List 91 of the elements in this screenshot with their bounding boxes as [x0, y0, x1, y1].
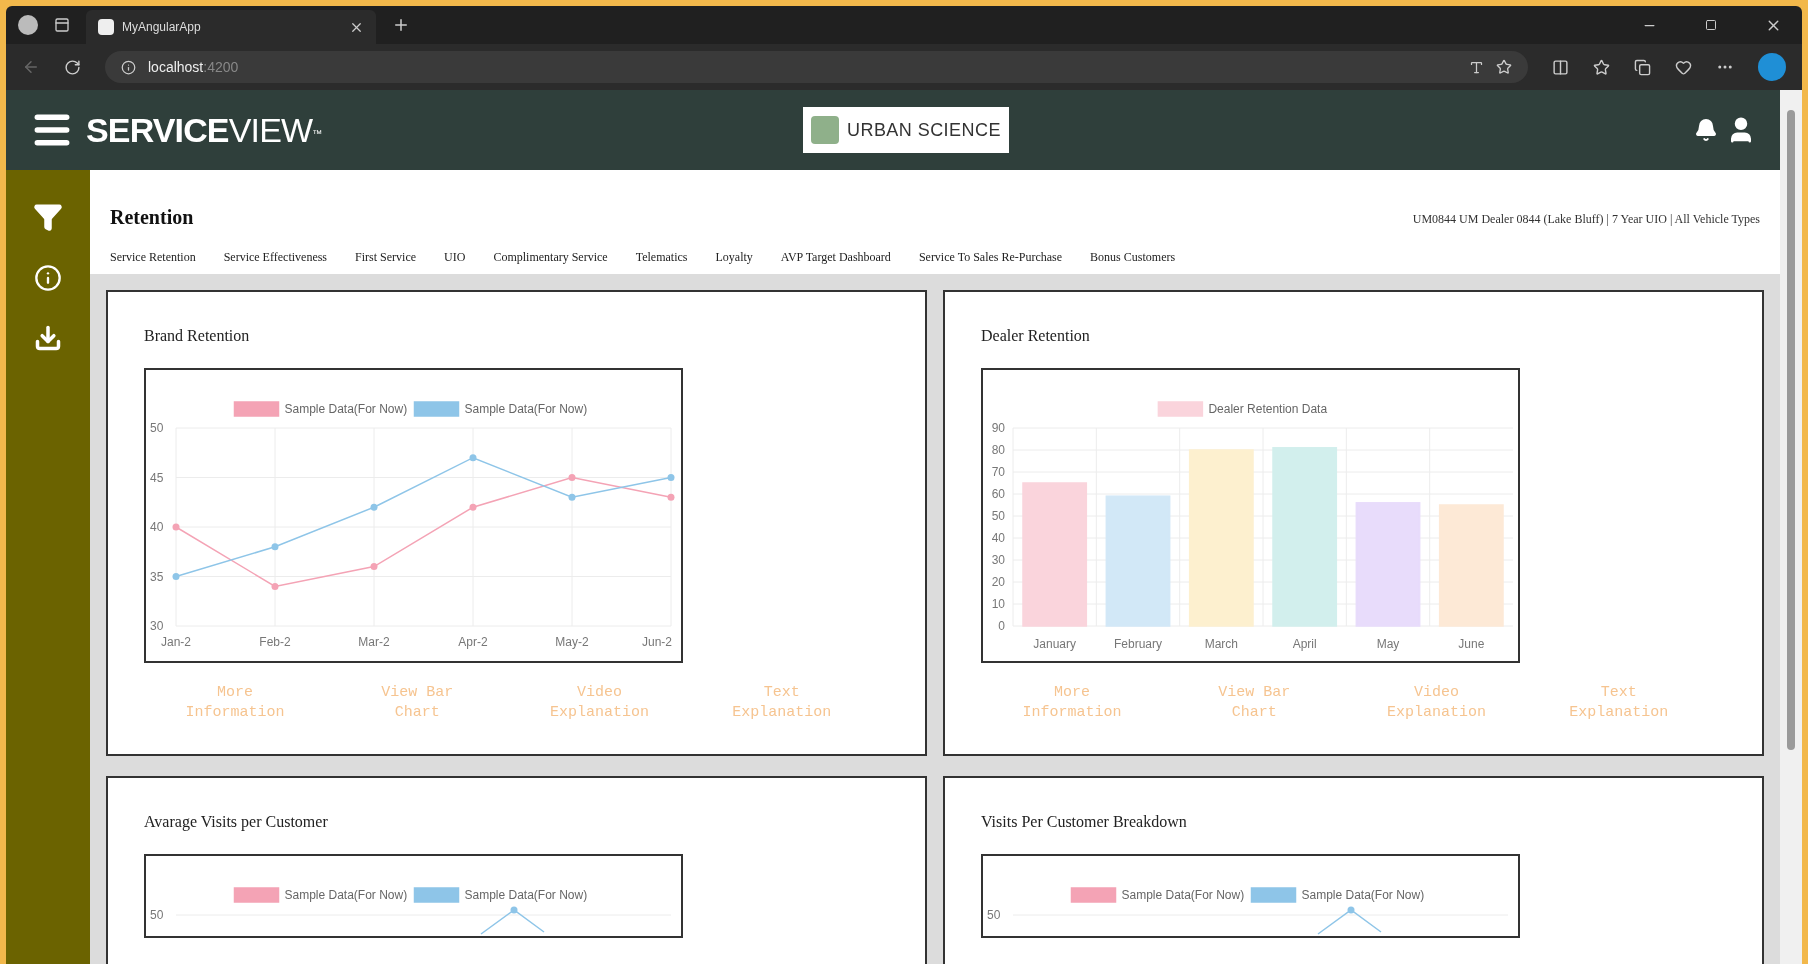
axis-tick-label: 40	[150, 520, 164, 534]
axis-tick-label: 45	[150, 470, 164, 485]
card-title: Dealer Retention	[981, 326, 1091, 346]
reload-icon[interactable]	[64, 58, 81, 76]
axis-tick-label: June	[1458, 637, 1485, 651]
profile-avatar[interactable]	[18, 15, 38, 35]
point	[271, 582, 279, 590]
nav-tab[interactable]: UIO	[444, 248, 466, 266]
filter-icon[interactable]	[33, 202, 63, 232]
axis-tick-label: January	[1033, 637, 1076, 651]
axis-tick-label: Feb-2	[259, 635, 291, 649]
card-title: Avarage Visits per Customer	[144, 812, 329, 833]
tab-title: MyAngularApp	[122, 19, 202, 36]
download-icon[interactable]	[34, 324, 62, 352]
point	[271, 543, 279, 551]
scrollbar[interactable]	[1780, 90, 1802, 964]
browser-tab[interactable]: MyAngularApp	[86, 10, 376, 44]
axis-tick-label: 20	[991, 575, 1005, 589]
axis-tick-label: 60	[991, 487, 1005, 501]
axis-tick-label: 50	[987, 908, 1001, 922]
nav-tab[interactable]: AVP Target Dashboard	[780, 248, 891, 266]
info-icon[interactable]	[34, 264, 62, 292]
nav-tab[interactable]: Service Retention	[110, 248, 196, 266]
data-line	[480, 906, 545, 935]
point	[568, 474, 576, 481]
maximize-icon[interactable]	[1705, 19, 1717, 31]
point	[370, 563, 378, 571]
collections-icon[interactable]	[1634, 58, 1651, 76]
axis-tick-label: Mar-2	[358, 635, 390, 649]
heart-icon[interactable]	[1675, 58, 1692, 76]
legend-label: Sample Data(For Now)	[464, 888, 588, 902]
favorites-icon[interactable]	[1593, 58, 1610, 76]
read-aloud-icon[interactable]	[1469, 59, 1484, 75]
axis-tick-label: February	[1114, 637, 1162, 651]
axis-tick-label: 50	[991, 509, 1005, 523]
axis-tick-label: Jan-2	[161, 635, 191, 649]
card-title: Brand Retention	[144, 326, 251, 346]
axis-tick-label: Apr-2	[458, 635, 488, 649]
axis-tick-label: May	[1376, 637, 1400, 651]
axis-tick-label: 50	[150, 421, 164, 435]
legend-label: Sample Data(For Now)	[284, 888, 408, 902]
legend-label: Sample Data(For Now)	[464, 402, 588, 416]
card-title: Visits Per Customer Breakdown	[981, 812, 1188, 832]
address-text: localhost:4200	[148, 57, 239, 77]
new-tab-icon[interactable]	[392, 16, 410, 34]
address-bar[interactable]: localhost:4200	[105, 51, 1528, 83]
point	[667, 493, 675, 501]
axis-tick-label: Jun-2	[642, 635, 672, 649]
nav-tab[interactable]: Telematics	[635, 248, 688, 266]
tab-actions-icon[interactable]	[54, 17, 70, 33]
axis-tick-label: 50	[150, 908, 164, 922]
axis-tick-label: 40	[991, 531, 1005, 545]
favicon-icon	[98, 19, 114, 35]
nav-tab[interactable]: Service Effectiveness	[223, 248, 328, 266]
axis-tick-label: 35	[150, 569, 164, 584]
legend-label: Sample Data(For Now)	[1121, 888, 1245, 902]
axis-tick-label: 30	[991, 553, 1005, 567]
favorite-icon[interactable]	[1496, 59, 1512, 75]
legend-label: Dealer Retention Data	[1208, 402, 1328, 416]
split-screen-icon[interactable]	[1552, 58, 1569, 76]
point	[172, 573, 180, 580]
axis-tick-label: 0	[998, 619, 1005, 633]
context-info: UM0844 UM Dealer 0844 (Lake Bluff) | 7 Year UIO | All Vehicle Types	[1412, 211, 1760, 228]
nav-tab[interactable]: First Service	[355, 248, 417, 266]
bell-icon[interactable]	[1694, 118, 1718, 142]
axis-tick-label: 80	[991, 443, 1005, 457]
logo-text: URBAN SCIENCE	[847, 118, 1001, 142]
point	[172, 523, 180, 531]
page-title: Retention	[110, 205, 194, 230]
point	[667, 474, 675, 481]
data-line	[1317, 906, 1382, 935]
axis-tick-label: 90	[991, 421, 1005, 435]
point	[469, 503, 477, 511]
point	[469, 454, 477, 462]
legend-label: Sample Data(For Now)	[284, 402, 408, 416]
legend-label: Sample Data(For Now)	[1301, 888, 1425, 902]
axis-tick-label: 10	[991, 597, 1005, 611]
info-icon	[121, 59, 136, 75]
axis-tick-label: 30	[150, 619, 164, 633]
point	[370, 503, 378, 511]
app-logo: SERVICEVIEW$^{™}$	[86, 109, 322, 151]
nav-tab[interactable]: Service To Sales Re-Purchase	[918, 248, 1063, 266]
point	[568, 493, 576, 501]
nav-tab[interactable]: Bonus Customers	[1090, 248, 1176, 266]
back-icon[interactable]	[22, 58, 40, 76]
nav-tab[interactable]: Complimentary Service	[493, 248, 608, 266]
axis-tick-label: May-2	[555, 635, 589, 649]
axis-tick-label: April	[1292, 637, 1317, 651]
axis-tick-label: 70	[991, 465, 1005, 479]
nav-tab[interactable]: Loyalty	[715, 248, 753, 266]
axis-tick-label: March	[1204, 637, 1238, 651]
